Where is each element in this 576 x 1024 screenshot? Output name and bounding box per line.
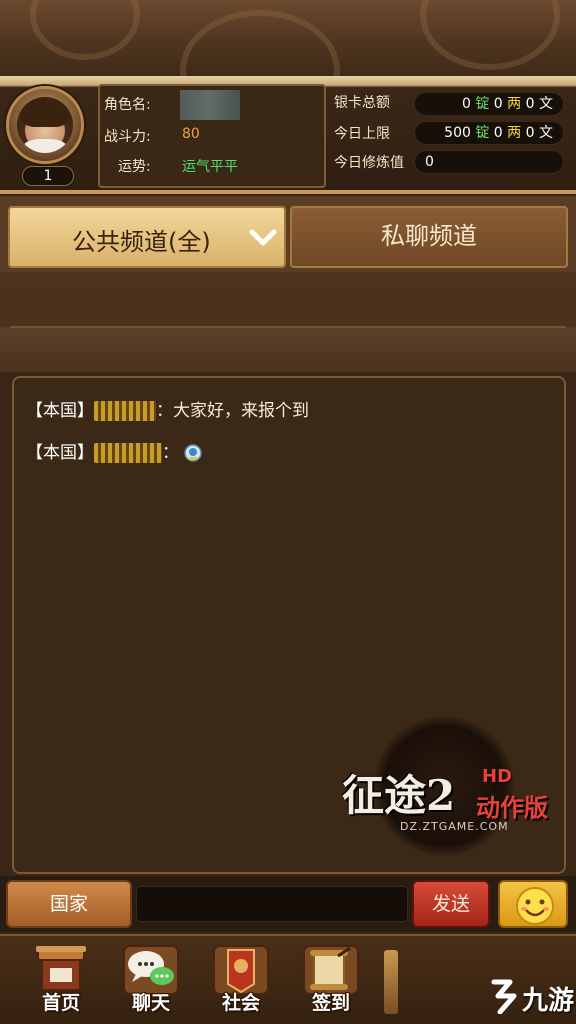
- bank-ding-value: 0: [461, 96, 471, 112]
- character-name-redacted: [180, 90, 240, 120]
- logo-url: DZ.ZTGAME.COM: [400, 820, 509, 833]
- unit-ding: 锭: [475, 125, 490, 141]
- unit-liang: 两: [507, 96, 522, 112]
- logo-subtitle: 动作版: [476, 794, 548, 822]
- nav-checkin[interactable]: 签到: [298, 944, 364, 1018]
- daily-limit-value: 500 锭 0 两 0 文: [414, 121, 564, 145]
- name-label: 角色名:: [104, 97, 151, 113]
- level-badge: 1: [22, 166, 74, 186]
- sender-name-redacted[interactable]: [94, 443, 162, 463]
- power-label: 战斗力:: [104, 129, 151, 145]
- unit-wen: 文: [539, 125, 553, 141]
- smiley-icon: [516, 887, 554, 925]
- logo-title: 征途2: [342, 771, 456, 820]
- channel-strip: [0, 272, 576, 372]
- chat-message: 【本国】 ：: [26, 438, 203, 463]
- emoji-button[interactable]: [498, 880, 568, 928]
- nav-checkin-label: 签到: [311, 992, 350, 1014]
- chevron-down-icon[interactable]: [248, 226, 278, 250]
- tab-public-label: 公共频道(全): [72, 228, 211, 256]
- cultivation-value: 0: [414, 150, 564, 174]
- unit-ding: 锭: [475, 96, 490, 112]
- nav-more-partial[interactable]: [384, 950, 398, 1014]
- nav-home-label: 首页: [41, 992, 80, 1014]
- logo-hd: HD: [482, 766, 513, 787]
- bank-total-label: 银卡总额: [334, 95, 390, 111]
- message-text: ：大家好，来报个到: [156, 401, 309, 421]
- chat-message: 【本国】 ：大家好，来报个到: [26, 396, 309, 421]
- bank-total-value: 0 锭 0 两 0 文: [414, 92, 564, 116]
- luck-label: 运势:: [118, 159, 151, 175]
- sender-name-redacted[interactable]: [94, 401, 156, 421]
- cultivation-label: 今日修炼值: [334, 155, 404, 171]
- country-channel-button[interactable]: 国家: [6, 880, 132, 928]
- avatar-portrait: [17, 97, 73, 153]
- daily-limit-label: 今日上限: [334, 126, 390, 142]
- nav-home[interactable]: 首页: [28, 944, 94, 1018]
- watermark: 九游: [488, 978, 576, 1018]
- limit-ding-value: 500: [444, 125, 471, 141]
- power-value: 80: [182, 126, 200, 142]
- message-text: ：: [162, 443, 179, 463]
- send-button[interactable]: 发送: [412, 880, 490, 928]
- message-channel: 【本国】: [26, 401, 94, 421]
- bank-liang-value: 0: [493, 96, 503, 112]
- nav-society[interactable]: 社会: [208, 944, 274, 1018]
- watermark-logo-icon: [491, 979, 517, 1014]
- unit-wen: 文: [539, 96, 553, 112]
- nav-chat-label: 聊天: [131, 992, 170, 1014]
- game-logo: 征途2 HD 动作版 DZ.ZTGAME.COM: [334, 712, 570, 862]
- nav-chat[interactable]: 聊天: [118, 944, 184, 1018]
- cultivation-number: 0: [425, 154, 434, 170]
- character-info-panel: 角色名: 战斗力: 80 运势: 运气平平: [98, 84, 326, 188]
- limit-wen-value: 0: [525, 125, 535, 141]
- luck-value: 运气平平: [182, 159, 238, 175]
- chat-message-input[interactable]: [136, 886, 408, 922]
- bank-wen-value: 0: [525, 96, 535, 112]
- limit-liang-value: 0: [493, 125, 503, 141]
- tab-private-channel[interactable]: 私聊频道: [290, 206, 568, 268]
- nav-society-label: 社会: [221, 992, 260, 1014]
- top-banner: [0, 0, 576, 78]
- message-channel: 【本国】: [26, 443, 94, 463]
- watermark-text: 九游: [522, 986, 575, 1016]
- avatar[interactable]: [6, 86, 84, 164]
- sticker-icon: [184, 444, 202, 462]
- unit-liang: 两: [507, 125, 522, 141]
- tab-public-channel[interactable]: 公共频道(全): [8, 206, 286, 268]
